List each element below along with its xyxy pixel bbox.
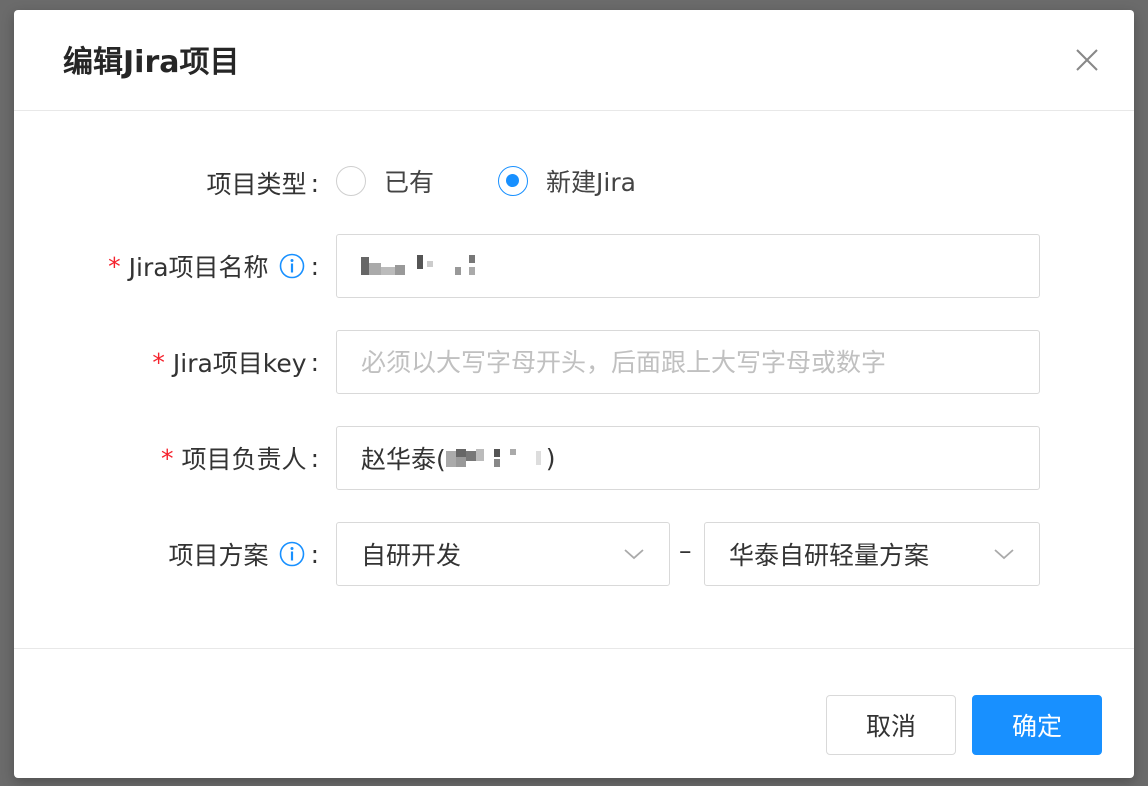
- project-solution-select[interactable]: 华泰自研轻量方案: [704, 522, 1040, 586]
- project-key-input[interactable]: [336, 330, 1040, 394]
- radio-new-jira-label: 新建Jira: [546, 168, 636, 197]
- info-icon[interactable]: [279, 253, 305, 279]
- radio-existing[interactable]: 已有: [336, 163, 434, 199]
- project-plan-label: 项目方案 :: [168, 539, 319, 571]
- radio-new-jira-circle[interactable]: [498, 166, 529, 196]
- chevron-down-icon: [624, 549, 644, 560]
- project-solution-select-value: 华泰自研轻量方案: [729, 541, 930, 570]
- project-plan-select[interactable]: 自研开发: [336, 522, 670, 586]
- required-mark: *: [161, 443, 174, 473]
- project-name-input[interactable]: [336, 234, 1040, 298]
- project-type-label: 项目类型:: [206, 168, 319, 200]
- info-icon[interactable]: [279, 541, 305, 567]
- edit-jira-dialog: 编辑Jira项目 项目类型: 已有 新建Jira * Jira项目名称: * …: [14, 10, 1134, 778]
- plan-separator: –: [679, 536, 692, 565]
- project-key-label: * Jira项目key:: [152, 347, 319, 379]
- dialog-header: 编辑Jira项目: [14, 10, 1134, 111]
- redacted-text: [361, 255, 475, 275]
- close-button[interactable]: [1072, 45, 1102, 75]
- project-owner-suffix: ): [545, 443, 556, 473]
- project-owner-label: * 项目负责人:: [161, 443, 319, 475]
- dialog-title: 编辑Jira项目: [63, 45, 240, 80]
- project-name-label: * Jira项目名称 :: [108, 251, 319, 283]
- radio-new-jira[interactable]: 新建Jira: [498, 163, 636, 199]
- dialog-footer: 取消 确定: [14, 648, 1134, 779]
- cancel-button[interactable]: 取消: [826, 695, 956, 755]
- project-type-radio-group: 已有 新建Jira: [336, 160, 636, 202]
- required-mark: *: [108, 251, 121, 281]
- redacted-text: [445, 449, 541, 467]
- close-icon: [1076, 49, 1098, 71]
- project-plan-select-value: 自研开发: [361, 541, 462, 570]
- project-owner-input[interactable]: 赵华泰( ): [336, 426, 1040, 490]
- radio-existing-label: 已有: [384, 168, 435, 197]
- confirm-button[interactable]: 确定: [972, 695, 1102, 755]
- radio-existing-circle[interactable]: [336, 166, 366, 196]
- project-owner-name: 赵华泰(: [361, 445, 446, 474]
- required-mark: *: [152, 347, 165, 377]
- chevron-down-icon: [994, 549, 1014, 560]
